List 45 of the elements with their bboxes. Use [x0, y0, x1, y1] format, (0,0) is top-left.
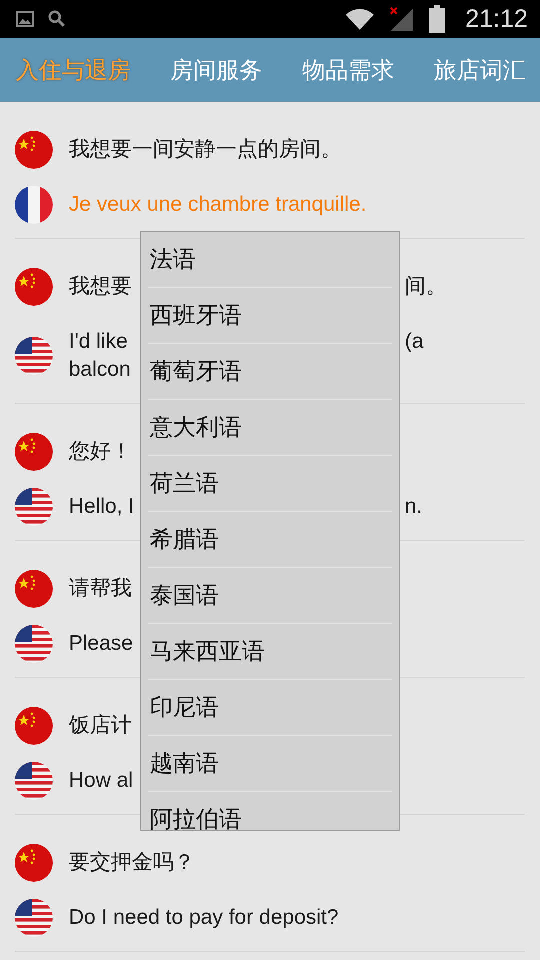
language-option[interactable]: 西班牙语: [148, 288, 392, 344]
china-flag-icon: [15, 130, 53, 168]
phrase-text: Please: [69, 630, 134, 656]
phrase-text: Je veux une chambre tranquille.: [69, 192, 367, 218]
usa-flag-icon: [15, 336, 53, 374]
phrase-text: 间。: [405, 274, 447, 300]
usa-flag-icon: [15, 762, 53, 800]
gallery-icon: [16, 10, 34, 28]
phrase-text: n.: [405, 494, 423, 520]
china-flag-icon: [15, 844, 53, 882]
language-option[interactable]: 阿拉伯语: [148, 792, 392, 830]
usa-flag-icon: [15, 488, 53, 526]
usa-flag-icon: [15, 898, 53, 936]
phrase-text: 饭店计: [69, 712, 132, 738]
language-option[interactable]: 印尼语: [148, 680, 392, 736]
search-icon: [48, 10, 66, 28]
phrase-text: 要交押金吗？: [69, 850, 195, 876]
clock-time: 21:12: [465, 4, 528, 34]
language-option[interactable]: 越南语: [148, 736, 392, 792]
phrase-text: 请帮我: [69, 576, 132, 602]
france-flag-icon: [15, 186, 53, 224]
phrase-text: 我想要: [69, 274, 132, 300]
china-flag-icon: [15, 706, 53, 744]
language-option[interactable]: 意大利语: [148, 400, 392, 456]
language-option[interactable]: 荷兰语: [148, 456, 392, 512]
china-flag-icon: [15, 268, 53, 306]
phrase-text: (a: [405, 328, 424, 354]
phrase-text: 我想要一间安静一点的房间。: [69, 136, 342, 162]
phrase-text: Do I need to pay for deposit?: [69, 904, 339, 930]
language-option[interactable]: 法语: [148, 232, 392, 288]
phrase-text: balcon: [69, 356, 131, 382]
usa-flag-icon: [15, 624, 53, 662]
china-flag-icon: [15, 570, 53, 608]
phrase-text: I'd like: [69, 328, 128, 354]
signal-icon: [389, 6, 416, 32]
language-option[interactable]: 希腊语: [148, 512, 392, 568]
phrase-text: Hello, I: [69, 494, 134, 520]
china-flag-icon: [15, 432, 53, 470]
language-option[interactable]: 马来西亚语: [148, 624, 392, 680]
phrase-text: 您好！: [69, 438, 132, 464]
language-option[interactable]: 泰国语: [148, 568, 392, 624]
phrase-text: How al: [69, 768, 134, 794]
language-option[interactable]: 葡萄牙语: [148, 344, 392, 400]
wifi-icon: [345, 7, 376, 31]
battery-icon: [429, 5, 446, 33]
